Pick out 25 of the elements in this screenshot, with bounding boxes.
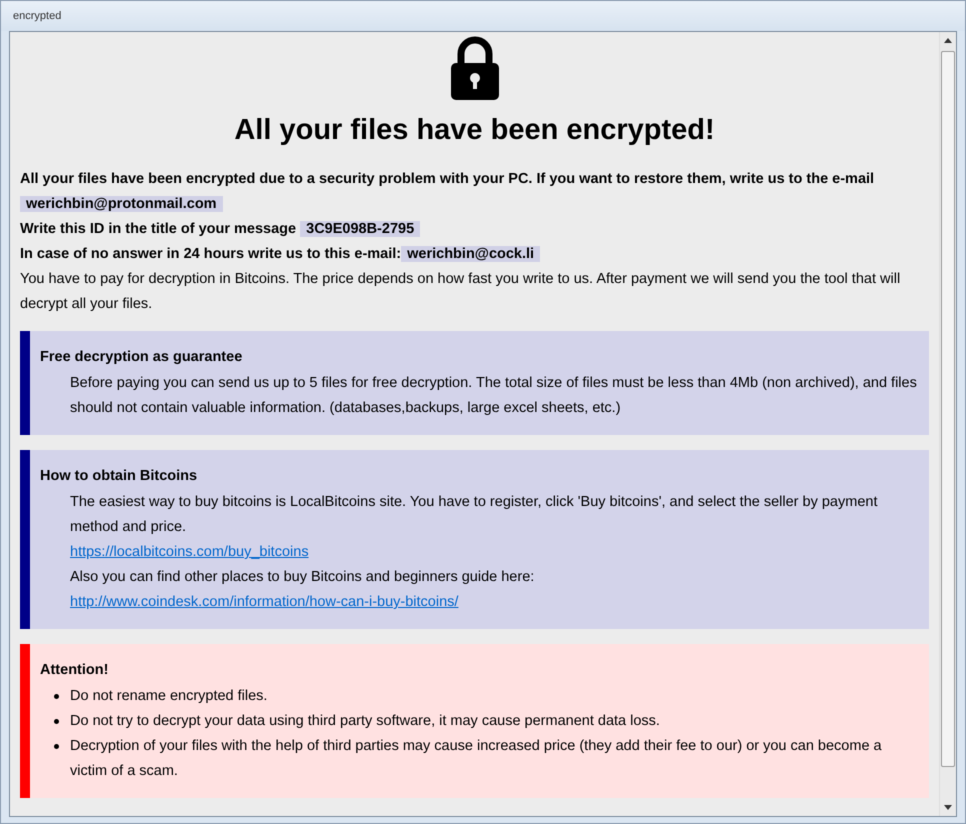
- restore-instruction: All your files have been encrypted due to a security problem with your PC. If you want to restore them, write us to the e-mail: [20, 171, 874, 187]
- payment-text: You have to pay for decryption in Bitcoins. The price depends on how fast you write to us. After payment we will send you the tool that will decrypt all your files.: [20, 270, 902, 314]
- scrollbar-thumb[interactable]: [941, 51, 955, 768]
- bullet-icon: [54, 719, 59, 724]
- bullet-icon: [54, 744, 59, 749]
- padlock-icon: [450, 36, 500, 100]
- link[interactable]: https://localbitcoins.com/buy_bitcoins: [70, 544, 309, 560]
- panel-text: Also you can find other places to buy Bitcoins and beginners guide here:: [70, 568, 536, 587]
- backup-email: werichbin@cock.li: [401, 246, 540, 262]
- panel-text: The easiest way to buy bitcoins is LocalBitcoins site. You have to register, click 'Buy bitcoins', and select the seller by payment method and price.: [70, 493, 878, 537]
- window-title: encrypted: [13, 10, 62, 22]
- backup-instruction: In case of no answer in 24 hours write us to this e-mail:: [20, 246, 402, 262]
- bullet-text: Do not try to decrypt your data using third party software, it may cause permanent data loss.: [70, 712, 660, 731]
- bullet-text: Decryption of your files with the help of third parties may cause increased price (they add their fee to our) or you can become a victim of a scam.: [70, 737, 883, 781]
- panel-title: How to obtain Bitcoins: [40, 467, 198, 486]
- bullet-text: Do not rename encrypted files.: [70, 687, 268, 706]
- panel-title: Attention!: [40, 661, 110, 680]
- contact-email: werichbin@protonmail.com: [20, 196, 223, 212]
- panel-title: Free decryption as guarantee: [40, 348, 244, 367]
- link[interactable]: http://www.coindesk.com/information/how-can-i-buy-bitcoins/: [70, 594, 458, 610]
- victim-id: 3C9E098B-2795: [300, 221, 420, 237]
- page-heading: All your files have been encrypted!: [233, 114, 716, 147]
- panel-text: Before paying you can send us up to 5 files for free decryption. The total size of files must be less than 4Mb (non archived), and files should not contain valuable information. (databases,backups, large excel sheets, etc.): [70, 374, 918, 418]
- id-instruction: Write this ID in the title of your message: [20, 221, 296, 237]
- bullet-icon: [54, 694, 59, 699]
